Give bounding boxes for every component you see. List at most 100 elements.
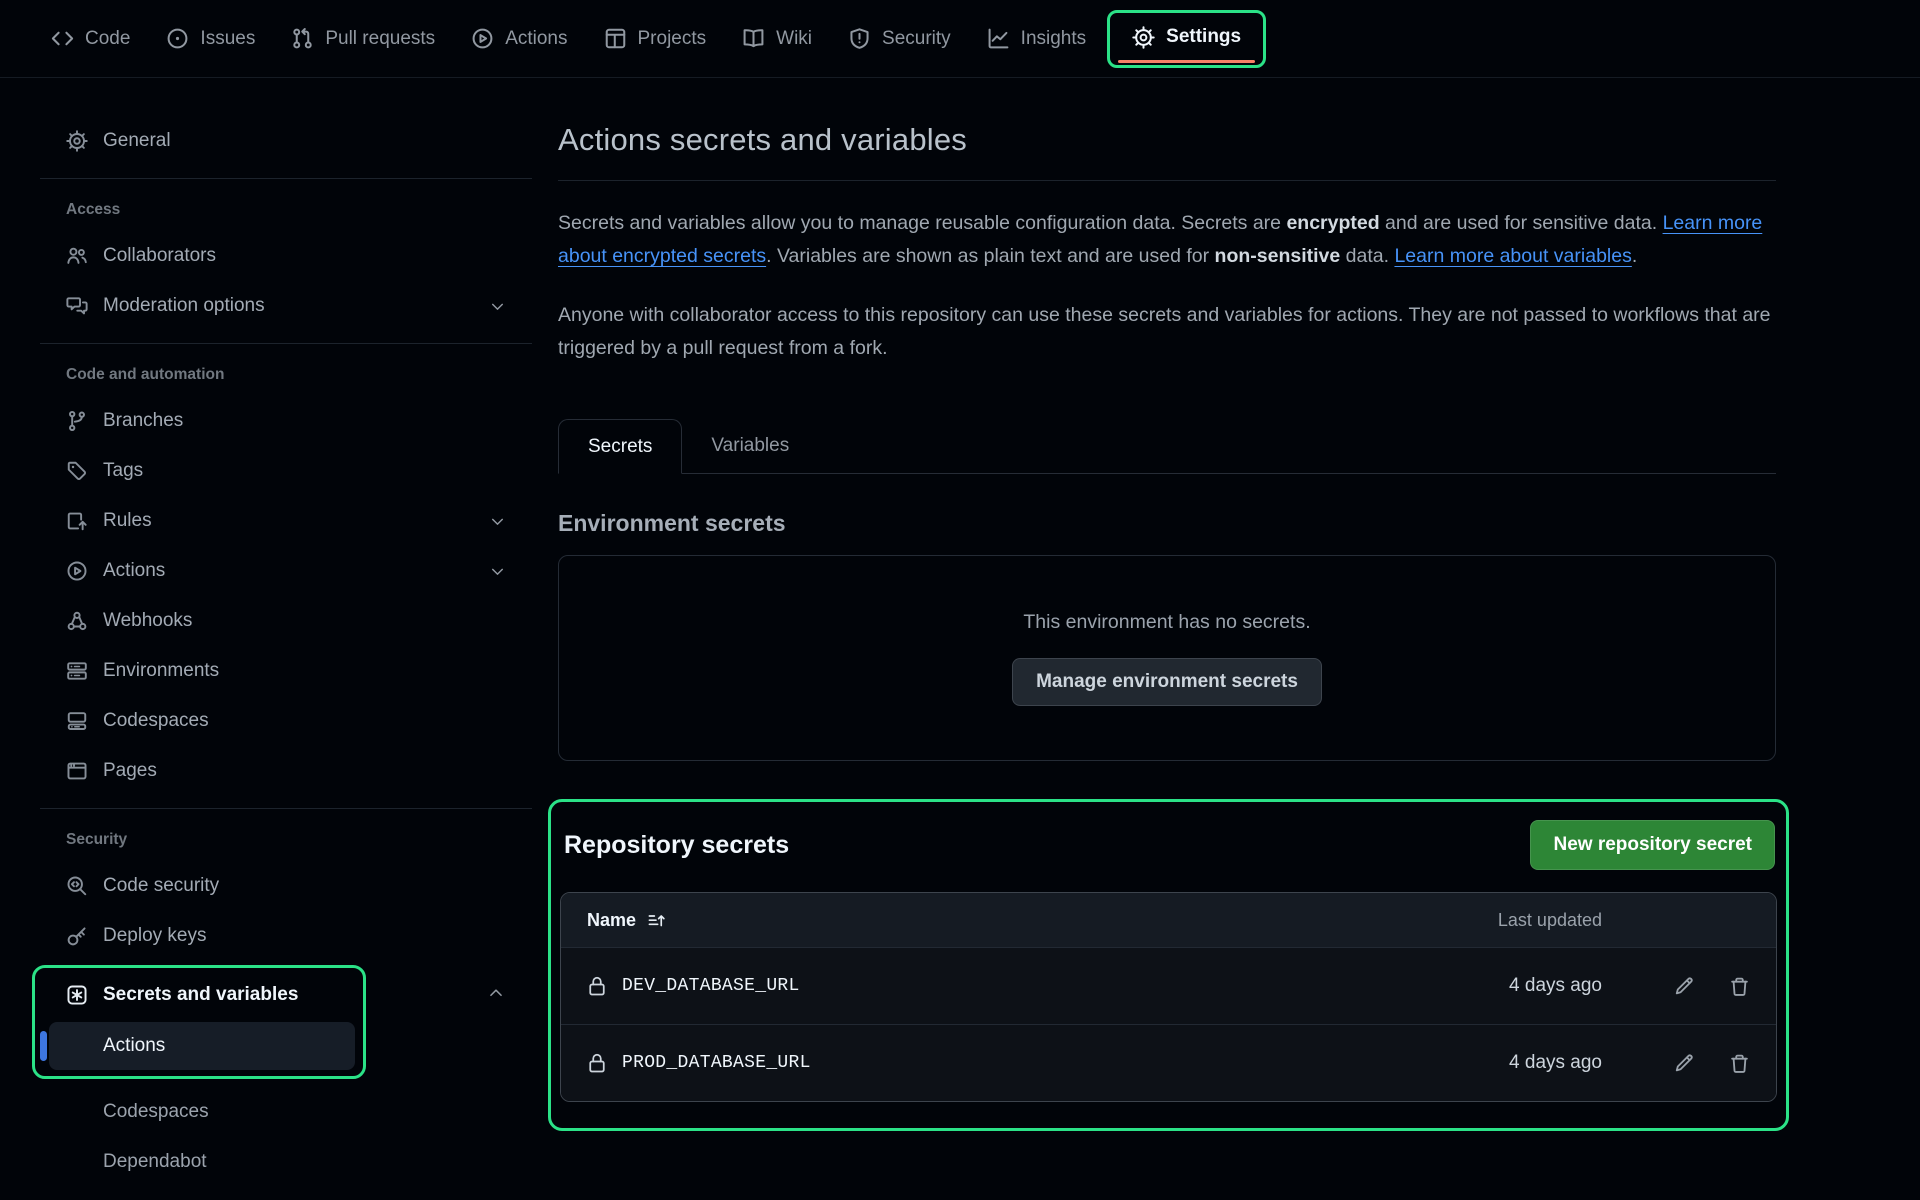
sidebar-subitem-codespaces[interactable]: Codespaces [40, 1087, 532, 1137]
tag-icon [66, 460, 88, 482]
tab-variables[interactable]: Variables [682, 418, 818, 473]
codespaces-icon [66, 710, 88, 732]
tab-label: Pull requests [325, 28, 435, 50]
people-icon [66, 245, 88, 267]
graph-icon [987, 27, 1010, 50]
chevron-up-icon[interactable] [487, 984, 505, 1002]
sidebar-divider [40, 343, 532, 344]
edit-secret-button[interactable] [1674, 976, 1695, 997]
sidebar-item-tags[interactable]: Tags [40, 446, 532, 496]
column-header-name[interactable]: Name [587, 910, 666, 931]
sidebar-item-deploy-keys[interactable]: Deploy keys [40, 911, 532, 961]
sidebar-item-webhooks[interactable]: Webhooks [40, 596, 532, 646]
sidebar-item-label: Branches [103, 410, 183, 432]
sidebar-item-label: Webhooks [103, 610, 192, 632]
comment-discussion-icon [66, 295, 88, 317]
environment-secrets-box: This environment has no secrets. Manage … [558, 555, 1776, 761]
secrets-and-variables-highlight: Secrets and variables Actions [32, 965, 366, 1079]
sidebar-section-access: Access [40, 191, 532, 231]
sidebar-item-code-security[interactable]: Code security [40, 861, 532, 911]
repository-secrets-header: Repository secrets New repository secret [560, 820, 1777, 870]
table-icon [604, 27, 627, 50]
tab-insights[interactable]: Insights [972, 17, 1101, 60]
sidebar-subitem-actions-selected[interactable]: Actions [49, 1022, 355, 1070]
code-scan-icon [66, 875, 88, 897]
sidebar-item-pages[interactable]: Pages [40, 746, 532, 796]
tab-security[interactable]: Security [833, 17, 966, 60]
tab-settings[interactable]: Settings [1107, 10, 1266, 68]
secret-last-updated: 4 days ago [1452, 975, 1602, 997]
sidebar-item-label: Codespaces [103, 1101, 209, 1123]
environment-secrets-heading: Environment secrets [558, 510, 1776, 537]
chevron-down-icon [489, 298, 506, 315]
lock-icon [587, 1052, 607, 1075]
tab-actions[interactable]: Actions [456, 17, 582, 60]
tab-projects[interactable]: Projects [589, 17, 722, 60]
sidebar-item-branches[interactable]: Branches [40, 396, 532, 446]
tab-label: Code [85, 28, 130, 50]
intro-bold-non-sensitive: non-sensitive [1215, 245, 1341, 267]
secrets-variables-tabs: Secrets Variables [558, 419, 1776, 474]
sidebar-item-environments[interactable]: Environments [40, 646, 532, 696]
sidebar-item-secrets-and-variables[interactable]: Secrets and variables [35, 970, 363, 1020]
table-header-row: Name Last updated [561, 893, 1776, 947]
sidebar-item-label: Tags [103, 460, 143, 482]
tab-label: Projects [638, 28, 707, 50]
sidebar-divider [40, 178, 532, 179]
row-actions [1602, 1053, 1750, 1074]
tab-label: Actions [505, 28, 567, 50]
edit-secret-button[interactable] [1674, 1053, 1695, 1074]
tab-issues[interactable]: Issues [151, 17, 270, 60]
play-circle-icon [66, 560, 88, 582]
lock-icon [587, 975, 607, 998]
gear-icon [66, 130, 88, 152]
chevron-down-icon [489, 563, 506, 580]
repo-tab-bar: Code Issues Pull requests Actions Projec… [0, 0, 1920, 78]
sidebar-item-general[interactable]: General [40, 116, 532, 166]
intro-text: and are used for sensitive data. [1380, 212, 1663, 234]
sidebar-item-label: Deploy keys [103, 925, 207, 947]
intro-bold-encrypted: encrypted [1286, 212, 1379, 234]
intro-paragraph: Secrets and variables allow you to manag… [558, 207, 1776, 273]
tab-label: Settings [1166, 26, 1241, 48]
table-row: PROD_DATABASE_URL 4 days ago [561, 1024, 1776, 1101]
git-branch-icon [66, 410, 88, 432]
row-actions [1602, 976, 1750, 997]
sidebar-item-moderation-options[interactable]: Moderation options [40, 281, 532, 331]
tab-secrets[interactable]: Secrets [558, 419, 682, 474]
sidebar-item-label: Code security [103, 875, 219, 897]
tab-pull-requests[interactable]: Pull requests [276, 17, 450, 60]
book-icon [742, 27, 765, 50]
sidebar-item-label: Rules [103, 510, 152, 532]
repository-secrets-highlight: Repository secrets New repository secret… [548, 799, 1789, 1131]
sidebar-item-label: Dependabot [103, 1151, 207, 1173]
code-icon [51, 27, 74, 50]
link-learn-variables[interactable]: Learn more about variables [1394, 245, 1631, 267]
sidebar-item-codespaces[interactable]: Codespaces [40, 696, 532, 746]
table-row: DEV_DATABASE_URL 4 days ago [561, 947, 1776, 1024]
delete-secret-button[interactable] [1729, 976, 1750, 997]
manage-environment-secrets-button[interactable]: Manage environment secrets [1012, 658, 1322, 706]
asterisk-box-icon [66, 984, 88, 1006]
main-content: Actions secrets and variables Secrets an… [558, 78, 1776, 1131]
secret-name: DEV_DATABASE_URL [622, 976, 1452, 996]
browser-icon [66, 760, 88, 782]
tab-wiki[interactable]: Wiki [727, 17, 827, 60]
sidebar-item-collaborators[interactable]: Collaborators [40, 231, 532, 281]
sidebar-divider [40, 808, 532, 809]
column-header-last-updated: Last updated [1452, 910, 1602, 931]
sidebar-subitem-dependabot[interactable]: Dependabot [40, 1137, 532, 1187]
sidebar-item-rules[interactable]: Rules [40, 496, 532, 546]
environment-empty-message: This environment has no secrets. [1023, 611, 1310, 634]
delete-secret-button[interactable] [1729, 1053, 1750, 1074]
sidebar-item-actions[interactable]: Actions [40, 546, 532, 596]
tab-code[interactable]: Code [36, 17, 145, 60]
play-circle-icon [471, 27, 494, 50]
webhook-icon [66, 610, 88, 632]
tab-label: Issues [200, 28, 255, 50]
rules-icon [66, 510, 88, 532]
intro-text: Secrets and variables allow you to manag… [558, 212, 1286, 234]
new-repository-secret-button[interactable]: New repository secret [1530, 820, 1775, 870]
page-title: Actions secrets and variables [558, 122, 1776, 158]
sidebar-item-label: Pages [103, 760, 157, 782]
